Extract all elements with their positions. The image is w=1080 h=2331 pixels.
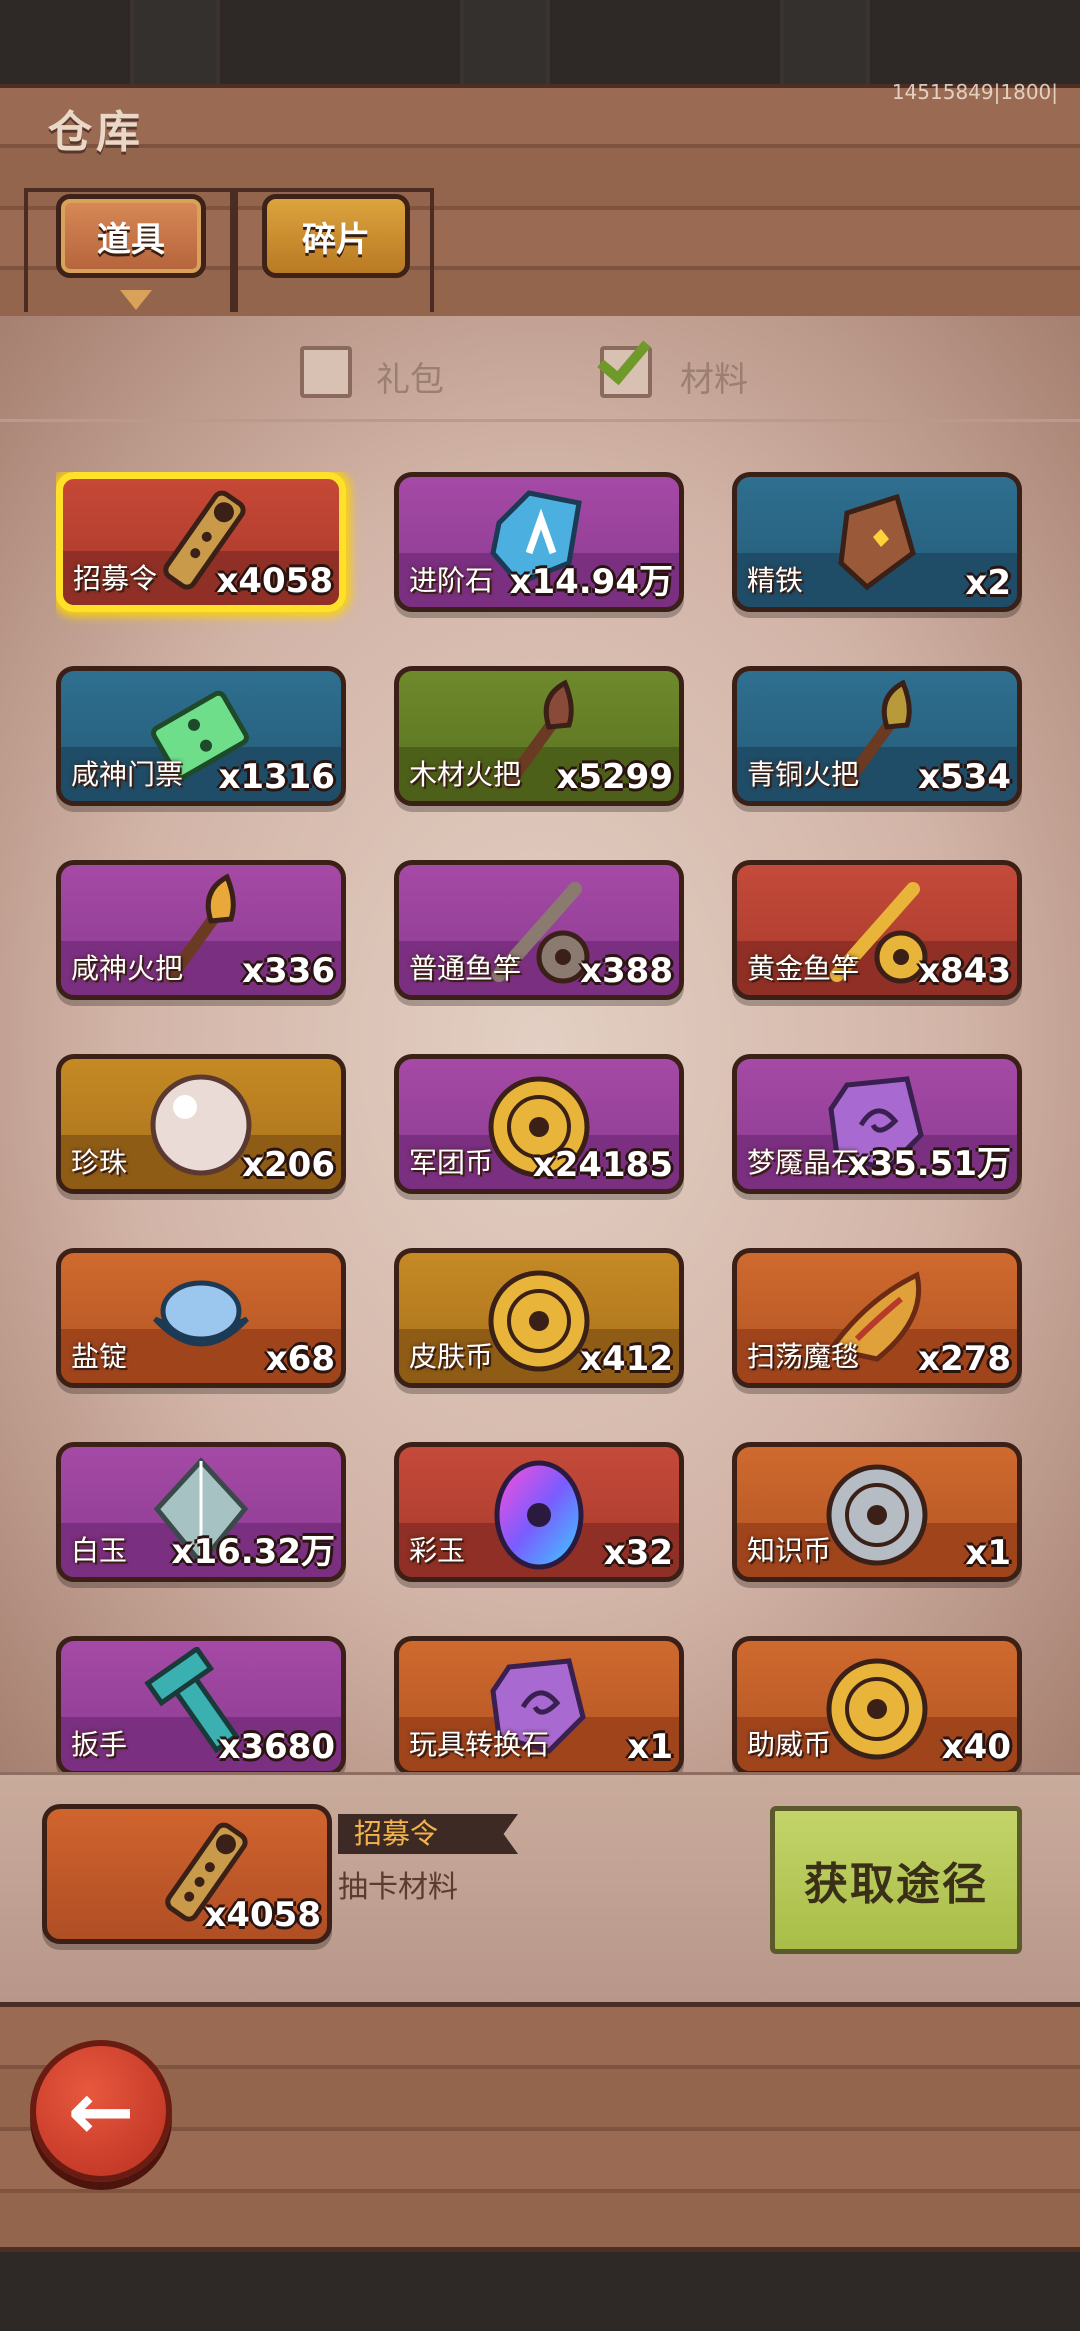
inventory-item[interactable]: 玩具转换石 x1 [394, 1636, 684, 1772]
decor-peg [780, 0, 870, 84]
selected-item-name: 招募令 [338, 1814, 518, 1854]
inventory-item[interactable]: 扳手 x3680 [56, 1636, 346, 1772]
active-tab-indicator [120, 290, 152, 310]
top-strip [0, 0, 1080, 84]
page-title: 仓库 [48, 107, 144, 158]
item-name: 白玉 [71, 1534, 128, 1567]
item-name: 招募令 [73, 562, 158, 595]
inventory-item[interactable]: 白玉 x16.32万 [56, 1442, 346, 1582]
back-arrow-icon: ← [67, 2064, 135, 2158]
item-qty: x14.94万 [509, 562, 673, 602]
item-name: 进阶石 [409, 564, 494, 597]
item-name: 普通鱼竿 [409, 952, 522, 985]
inventory-item[interactable]: 进阶石 x14.94万 [394, 472, 684, 612]
inventory-item[interactable]: 精铁 x2 [732, 472, 1022, 612]
item-qty: x412 [580, 1339, 673, 1379]
item-name: 盐锭 [71, 1340, 128, 1373]
item-name: 知识币 [747, 1534, 832, 1567]
checkmark-icon [597, 328, 651, 386]
inventory-item[interactable]: 彩玉 x32 [394, 1442, 684, 1582]
iron-ingot-icon [838, 493, 916, 591]
item-grid: 招募令 x4058 进阶石 x14.94万 精铁 x2 咸神门票 x1316 木材火把 x5299… [56, 472, 1026, 1772]
cheer-coin-icon [826, 1658, 928, 1760]
item-qty: x1316 [218, 757, 335, 797]
knowledge-coin-icon [826, 1464, 928, 1566]
item-name: 皮肤币 [409, 1340, 494, 1373]
gift-pack-checkbox[interactable] [300, 346, 352, 398]
item-qty: x16.32万 [171, 1532, 335, 1572]
inventory-item[interactable]: 梦魇晶石 x35.51万 [732, 1054, 1022, 1194]
item-name: 珍珠 [71, 1146, 128, 1179]
item-name: 梦魇晶石 [747, 1146, 860, 1179]
inventory-item[interactable]: 皮肤币 x412 [394, 1248, 684, 1388]
inventory-item[interactable]: 助威币 x40 [732, 1636, 1022, 1772]
back-button[interactable]: ← [30, 2040, 172, 2182]
item-qty: x278 [918, 1339, 1011, 1379]
item-qty: x2 [965, 563, 1011, 603]
item-name: 扳手 [71, 1728, 128, 1761]
tab-fragments[interactable]: 碎片 [262, 194, 410, 278]
decor-peg [460, 0, 550, 84]
item-name: 咸神火把 [71, 952, 184, 985]
item-qty: x206 [242, 1145, 335, 1185]
item-name: 木材火把 [409, 758, 522, 791]
selected-item-desc: 抽卡材料 [338, 1870, 458, 1905]
item-name: 彩玉 [409, 1534, 466, 1567]
item-name: 精铁 [747, 564, 804, 597]
inventory-item[interactable]: 招募令 x4058 [56, 472, 346, 612]
item-qty: x3680 [218, 1727, 335, 1767]
item-qty: x843 [918, 951, 1011, 991]
gift-pack-label: 礼包 [376, 360, 444, 400]
inventory-item[interactable]: 黄金鱼竿 x843 [732, 860, 1022, 1000]
inventory-item[interactable]: 木材火把 x5299 [394, 666, 684, 806]
item-name: 助威币 [747, 1728, 832, 1761]
filter-row: 礼包 材料 [0, 316, 1080, 422]
item-name: 扫荡魔毯 [747, 1340, 860, 1373]
item-qty: x4058 [216, 561, 333, 601]
inventory-item[interactable]: 珍珠 x206 [56, 1054, 346, 1194]
decor-peg [130, 0, 220, 84]
item-name: 玩具转换石 [409, 1728, 550, 1761]
item-qty: x40 [941, 1727, 1011, 1767]
item-qty: x1 [965, 1533, 1011, 1573]
inventory-item[interactable]: 盐锭 x68 [56, 1248, 346, 1388]
bottom-strip [0, 2252, 1080, 2331]
item-qty: x1 [627, 1727, 673, 1767]
inventory-item[interactable]: 青铜火把 x534 [732, 666, 1022, 806]
selected-item-slot: x4058 [42, 1804, 332, 1944]
item-name: 黄金鱼竿 [747, 952, 860, 985]
item-qty: x534 [918, 757, 1011, 797]
inventory-item[interactable]: 咸神火把 x336 [56, 860, 346, 1000]
item-name: 咸神门票 [71, 758, 184, 791]
item-qty: x336 [242, 951, 335, 991]
material-checkbox[interactable] [597, 328, 652, 398]
inventory-item[interactable]: 扫荡魔毯 x278 [732, 1248, 1022, 1388]
material-label: 材料 [680, 360, 748, 400]
item-name: 军团币 [409, 1146, 494, 1179]
server-id: 14515849|1800| [891, 80, 1058, 104]
tab-items[interactable]: 道具 [56, 194, 206, 278]
inventory-item[interactable]: 普通鱼竿 x388 [394, 860, 684, 1000]
item-qty: x388 [580, 951, 673, 991]
item-qty: x5299 [556, 757, 673, 797]
obtain-method-button[interactable]: 获取途径 [770, 1806, 1022, 1954]
item-name: 青铜火把 [747, 758, 860, 791]
item-qty: x24185 [532, 1145, 673, 1185]
item-qty: x35.51万 [847, 1144, 1011, 1184]
item-qty: x68 [265, 1339, 335, 1379]
selected-item-qty: x4058 [204, 1895, 321, 1935]
item-qty: x32 [603, 1533, 673, 1573]
inventory-item[interactable]: 咸神门票 x1316 [56, 666, 346, 806]
rainbow-jade-icon [494, 1460, 584, 1570]
inventory-item[interactable]: 知识币 x1 [732, 1442, 1022, 1582]
inventory-item[interactable]: 军团币 x24185 [394, 1054, 684, 1194]
salt-ingot-icon [153, 1280, 249, 1347]
